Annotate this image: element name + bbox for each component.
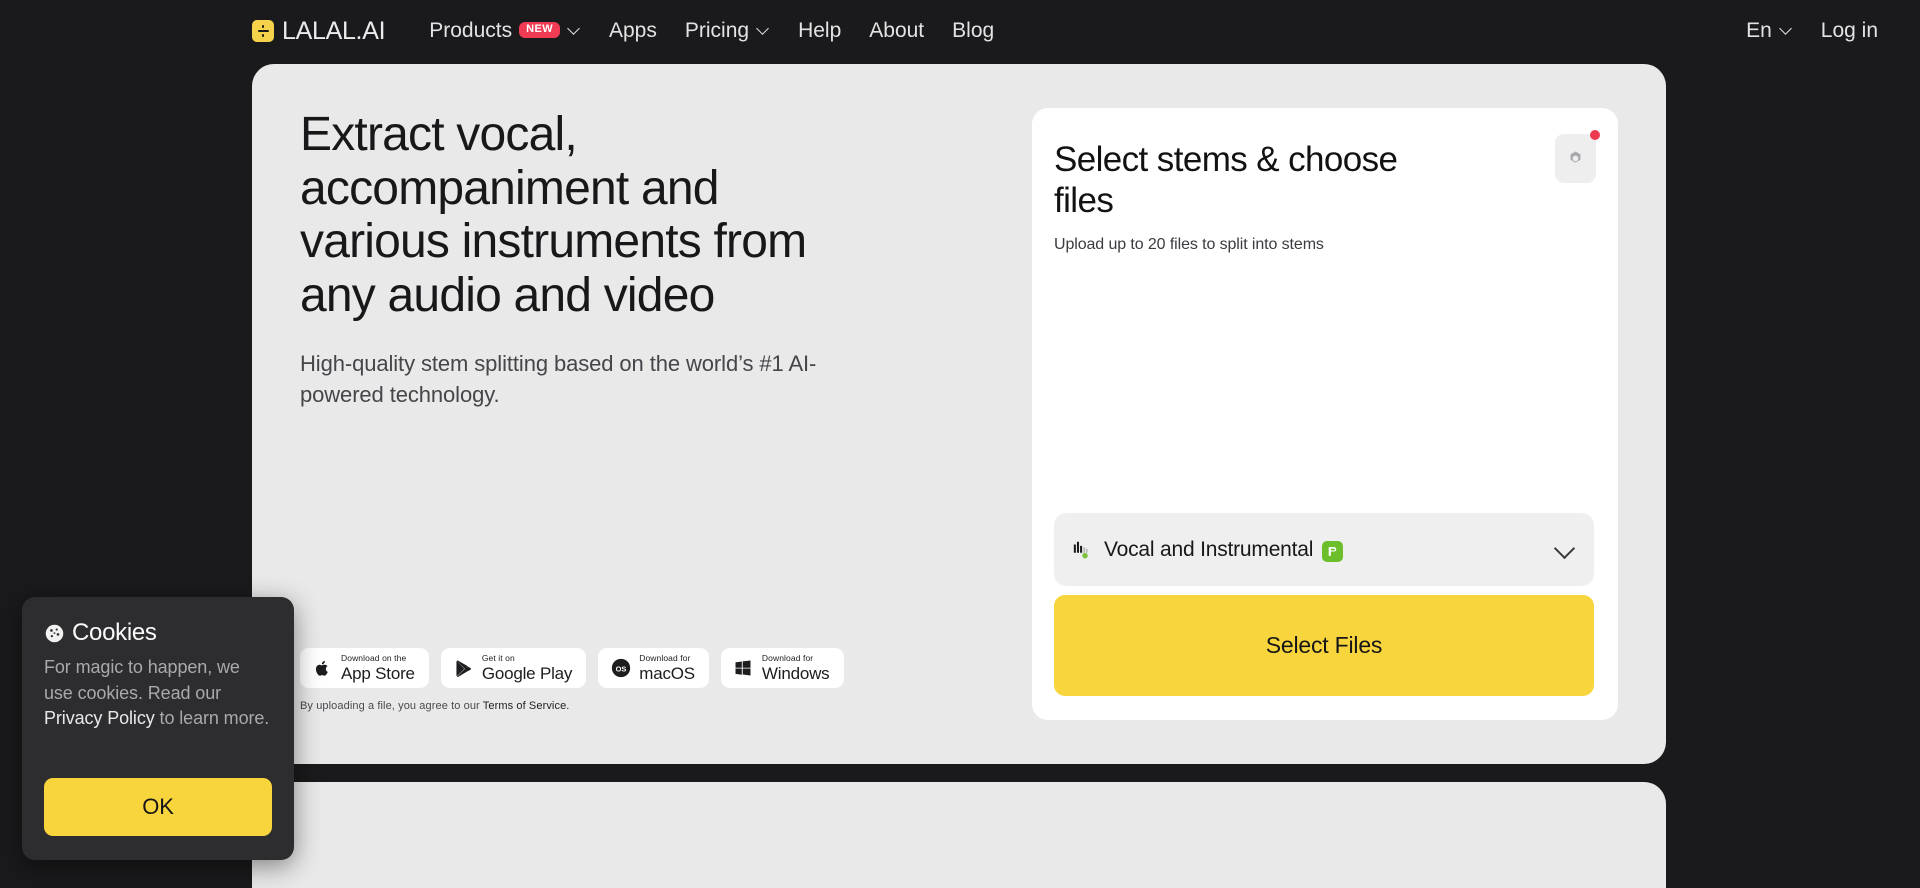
stem-selector-label: Vocal and Instrumental — [1104, 537, 1314, 561]
macos-small-label: Download for — [639, 653, 691, 664]
windows-small-label: Download for — [761, 653, 814, 664]
new-badge: NEW — [519, 22, 560, 38]
cookie-dialog-title-text: Cookies — [72, 619, 157, 647]
windows-label: Windows — [761, 663, 830, 683]
next-section-card: Why I ALAI AI? — [252, 782, 1666, 888]
nav-item-products[interactable]: Products NEW — [415, 0, 595, 62]
store-badges: Download on the App Store Get it on Goog… — [300, 648, 844, 688]
macos-button[interactable]: OS Download for macOS — [598, 648, 709, 688]
terms-notice: By uploading a file, you agree to our Te… — [300, 700, 569, 712]
language-selector[interactable]: En — [1740, 0, 1807, 62]
cookie-accept-button[interactable]: OK — [44, 778, 272, 836]
nav-item-about-label: About — [869, 19, 925, 42]
upload-panel-subtitle: Upload up to 20 files to split into stem… — [1054, 235, 1324, 253]
cookie-dialog-body: For magic to happen, we use cookies. Rea… — [44, 655, 272, 732]
windows-button[interactable]: Download for Windows — [720, 648, 844, 688]
nav-item-about[interactable]: About — [855, 0, 938, 62]
lalal-logo-icon — [252, 20, 274, 42]
terms-of-service-link[interactable]: Terms of Service. — [483, 700, 570, 712]
nav-item-pricing-label: Pricing — [684, 19, 750, 42]
windows-icon — [733, 658, 754, 679]
waveform-icon — [1073, 541, 1088, 558]
nav-item-apps-label: Apps — [608, 19, 657, 42]
nav-item-help-label: Help — [798, 19, 842, 42]
chevron-down-icon — [758, 25, 770, 37]
privacy-policy-link[interactable]: Privacy Policy — [44, 708, 155, 728]
hero-card: Extract vocal, accompaniment and various… — [252, 64, 1666, 764]
hero-text-block: Extract vocal, accompaniment and various… — [300, 108, 820, 411]
hero-subtitle: High-quality stem splitting based on the… — [300, 351, 817, 408]
cookie-icon — [45, 624, 64, 643]
macos-icon: OS — [610, 658, 631, 679]
chevron-down-icon — [569, 25, 581, 37]
cookie-text-part2: to learn more. — [154, 708, 270, 729]
login-button-label: Log in — [1820, 19, 1878, 42]
login-button[interactable]: Log in — [1807, 0, 1892, 62]
nav-item-help[interactable]: Help — [784, 0, 855, 62]
google-play-button[interactable]: Get it on Google Play — [440, 648, 587, 688]
language-selector-label: En — [1746, 19, 1772, 42]
cookie-text-part1: For magic to happen, we use cookies. Rea… — [44, 657, 240, 703]
nav-item-apps[interactable]: Apps — [595, 0, 671, 62]
apple-icon — [312, 658, 333, 679]
cookie-dialog-title: Cookies — [44, 619, 272, 647]
nav-item-blog-label: Blog — [952, 19, 995, 42]
notification-dot — [1590, 130, 1600, 140]
nav-item-blog[interactable]: Blog — [938, 0, 1008, 62]
top-navigation: LALAL.AI Products NEW Apps Pricing Help … — [0, 0, 1920, 62]
settings-button[interactable] — [1555, 130, 1600, 183]
nav-item-pricing[interactable]: Pricing — [671, 0, 784, 62]
terms-notice-prefix: By uploading a file, you agree to our — [300, 700, 483, 712]
app-store-small-label: Download on the — [341, 653, 407, 664]
select-files-button[interactable]: Select Files — [1054, 595, 1594, 696]
nav-item-products-label: Products — [429, 19, 513, 42]
google-play-label: Google Play — [481, 663, 573, 683]
phoenix-badge — [1322, 541, 1344, 562]
google-play-small-label: Get it on — [481, 653, 515, 664]
cookie-consent-dialog: Cookies For magic to happen, we use cook… — [22, 597, 294, 860]
logo-text: LALAL.AI — [282, 16, 386, 45]
page-title: Extract vocal, accompaniment and various… — [300, 108, 807, 322]
app-store-label: App Store — [341, 663, 415, 683]
upload-panel-title: Select stems & choose files — [1054, 140, 1398, 220]
logo[interactable]: LALAL.AI — [252, 16, 386, 46]
google-play-icon — [453, 658, 474, 679]
chevron-down-icon — [1556, 541, 1574, 559]
chevron-down-icon — [1781, 25, 1793, 37]
app-store-button[interactable]: Download on the App Store — [300, 648, 429, 688]
svg-text:OS: OS — [615, 664, 626, 673]
upload-panel: Select stems & choose files Upload up to… — [1032, 108, 1618, 720]
stem-selector[interactable]: Vocal and Instrumental — [1054, 513, 1594, 586]
nav-right-group: En Log in — [1740, 0, 1892, 62]
macos-label: macOS — [639, 663, 695, 683]
gear-icon — [1570, 151, 1581, 163]
